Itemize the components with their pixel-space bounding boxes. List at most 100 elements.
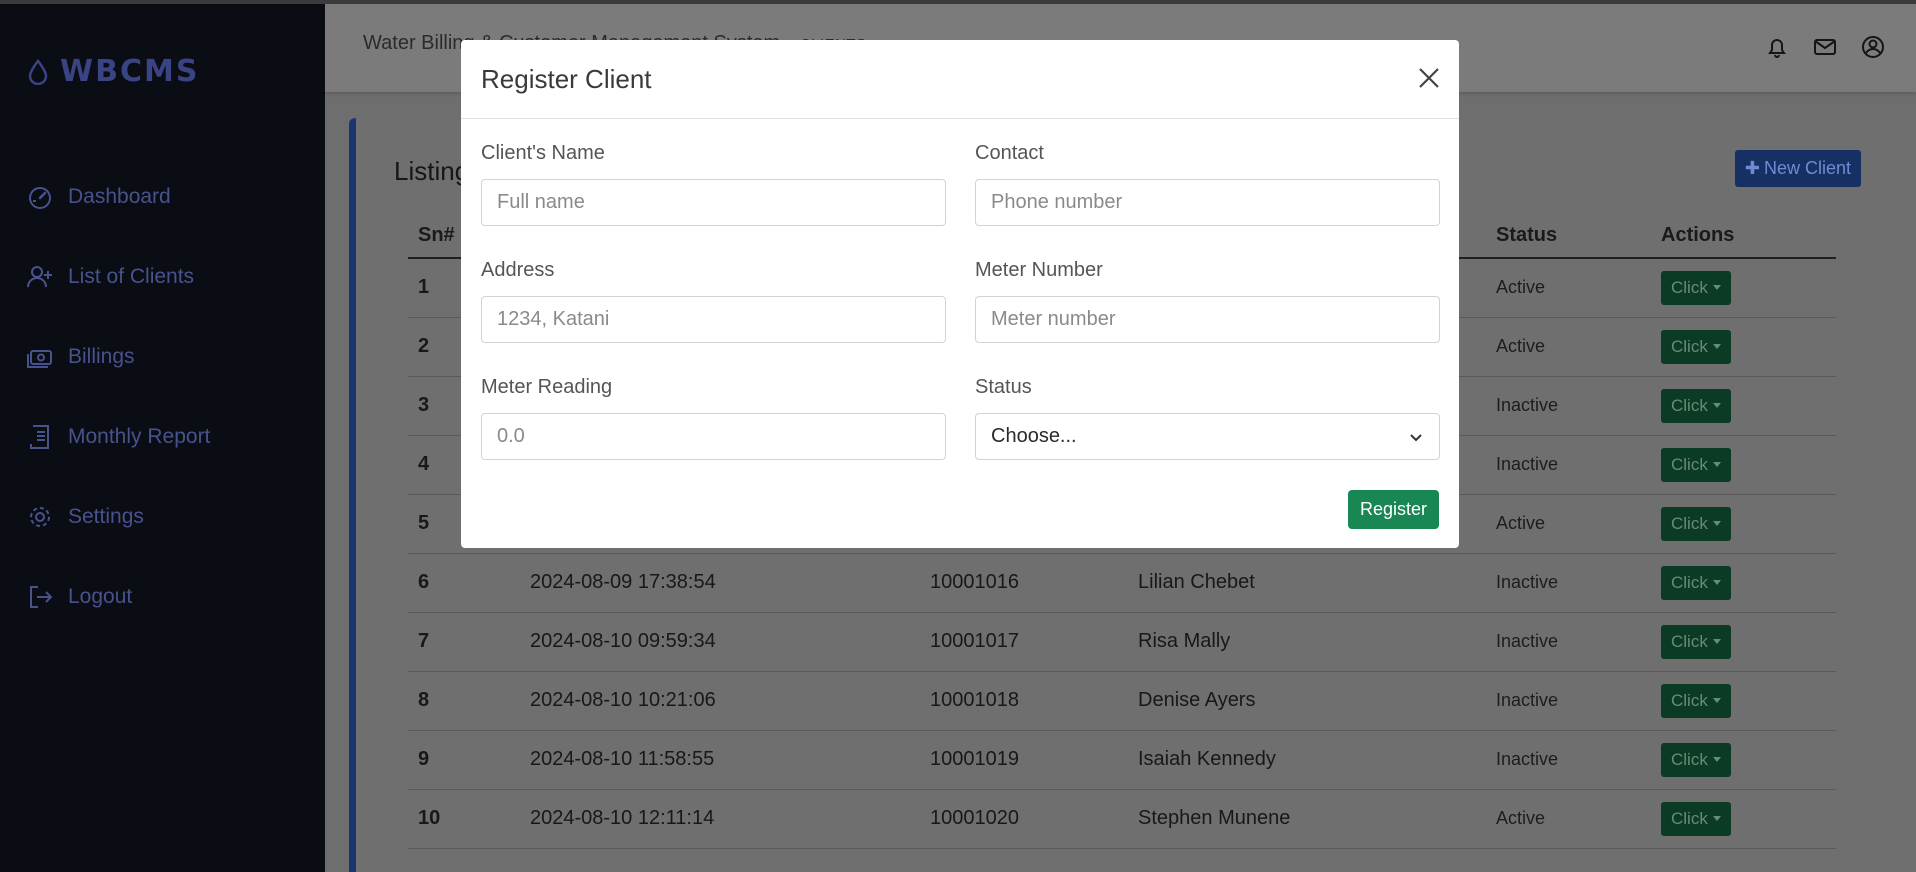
row-sn: 10: [408, 789, 520, 849]
row-status: Inactive: [1486, 553, 1651, 613]
meter-number-label: Meter Number: [975, 259, 1103, 281]
row-action-dropdown-button[interactable]: Click: [1661, 742, 1731, 777]
row-actions: Click: [1651, 612, 1836, 672]
row-action-dropdown-button[interactable]: Click: [1661, 565, 1731, 600]
chevron-down-icon: [1410, 433, 1422, 441]
row-status: Active: [1486, 317, 1651, 377]
action-label: Click: [1671, 631, 1708, 651]
row-client-name: Stephen Munene: [1128, 789, 1486, 849]
table-row: 9 2024-08-10 11:58:55 10001019 Isaiah Kenne…: [408, 730, 1836, 790]
row-client-name: Lilian Chebet: [1128, 553, 1486, 613]
row-status: Inactive: [1486, 435, 1651, 495]
row-status: Active: [1486, 789, 1651, 849]
mail-icon[interactable]: [1812, 34, 1838, 60]
action-label: Click: [1671, 395, 1708, 415]
row-sn: 7: [408, 612, 520, 672]
close-icon: [1419, 68, 1439, 88]
sidebar-item-settings[interactable]: Settings: [26, 503, 144, 531]
meter-reading-input[interactable]: [481, 413, 946, 460]
row-sn: 8: [408, 671, 520, 731]
action-label: Click: [1671, 277, 1708, 297]
plus-icon: ✚: [1744, 158, 1760, 178]
new-client-label: New Client: [1763, 158, 1851, 178]
row-actions: Click: [1651, 730, 1836, 790]
column-header: Actions: [1651, 214, 1836, 259]
row-action-dropdown-button[interactable]: Click: [1661, 506, 1731, 541]
contact-input[interactable]: [975, 179, 1440, 226]
row-status: Inactive: [1486, 730, 1651, 790]
meter-number-input[interactable]: [975, 296, 1440, 343]
action-label: Click: [1671, 513, 1708, 533]
register-button[interactable]: Register: [1347, 490, 1439, 529]
action-label: Click: [1671, 572, 1708, 592]
action-label: Click: [1671, 336, 1708, 356]
row-actions: Click: [1651, 317, 1836, 377]
row-action-dropdown-button[interactable]: Click: [1661, 447, 1731, 482]
row-meter-number: 10001017: [920, 612, 1128, 672]
modal-title: Register Client: [481, 64, 652, 94]
row-action-dropdown-button[interactable]: Click: [1661, 270, 1731, 305]
caret-down-icon: [1712, 639, 1721, 644]
water-drop-icon: [28, 58, 48, 85]
row-action-dropdown-button[interactable]: Click: [1661, 801, 1731, 836]
table-row: 6 2024-08-09 17:38:54 10001016 Lilian Chebe…: [408, 553, 1836, 613]
sidebar-item-dashboard[interactable]: Dashboard: [26, 183, 171, 211]
row-actions: Click: [1651, 258, 1836, 318]
contact-label: Contact: [975, 142, 1044, 164]
window-top-border: [0, 0, 1916, 4]
table-row: 7 2024-08-10 09:59:34 10001017 Risa Mally In…: [408, 612, 1836, 672]
row-date: 2024-08-10 09:59:34: [520, 612, 920, 672]
action-label: Click: [1671, 690, 1708, 710]
row-action-dropdown-button[interactable]: Click: [1661, 388, 1731, 423]
action-label: Click: [1671, 808, 1708, 828]
row-meter-number: 10001018: [920, 671, 1128, 731]
table-row: 8 2024-08-10 10:21:06 10001018 Denise Ayers…: [408, 671, 1836, 731]
row-action-dropdown-button[interactable]: Click: [1661, 683, 1731, 718]
brand-logo[interactable]: WBCMS: [28, 54, 199, 89]
new-client-button[interactable]: ✚ New Client: [1734, 150, 1861, 187]
caret-down-icon: [1712, 757, 1721, 762]
money-icon: [27, 350, 52, 368]
caret-down-icon: [1712, 403, 1721, 408]
status-select[interactable]: Choose...: [975, 413, 1440, 460]
sidebar-item-billings[interactable]: Billings: [26, 343, 135, 371]
logout-icon: [30, 586, 53, 608]
sidebar-item-monthly-report[interactable]: Monthly Report: [26, 423, 210, 451]
sidebar-item-logout[interactable]: Logout: [26, 583, 132, 611]
row-action-dropdown-button[interactable]: Click: [1661, 329, 1731, 364]
modal-header: Register Client: [461, 40, 1459, 119]
row-date: 2024-08-10 10:21:06: [520, 671, 920, 731]
meter-reading-label: Meter Reading: [481, 376, 613, 398]
row-action-dropdown-button[interactable]: Click: [1661, 624, 1731, 659]
user-profile-icon[interactable]: [1860, 34, 1886, 60]
client-name-input[interactable]: [481, 179, 946, 226]
row-actions: Click: [1651, 553, 1836, 613]
row-date: 2024-08-10 11:58:55: [520, 730, 920, 790]
sidebar-item-label: List of Clients: [68, 265, 195, 288]
caret-down-icon: [1712, 521, 1721, 526]
sidebar-item-label: Dashboard: [68, 185, 171, 208]
row-actions: Click: [1651, 671, 1836, 731]
bell-icon[interactable]: [1764, 34, 1790, 60]
close-button[interactable]: [1415, 64, 1443, 92]
listing-title: Listing: [394, 156, 470, 186]
address-label: Address: [481, 259, 555, 281]
client-name-label: Client's Name: [481, 142, 605, 164]
sidebar-item-label: Monthly Report: [68, 425, 211, 448]
row-actions: Click: [1651, 789, 1836, 849]
row-meter-number: 10001016: [920, 553, 1128, 613]
row-actions: Click: [1651, 435, 1836, 495]
address-input[interactable]: [481, 296, 946, 343]
action-label: Click: [1671, 749, 1708, 769]
caret-down-icon: [1712, 816, 1721, 821]
add-user-icon: [27, 266, 52, 288]
sidebar-item-clients[interactable]: List of Clients: [26, 263, 194, 291]
gauge-icon: [29, 187, 51, 209]
status-selected-value: Choose...: [991, 425, 1077, 447]
caret-down-icon: [1712, 698, 1721, 703]
row-date: 2024-08-09 17:38:54: [520, 553, 920, 613]
brand-name: WBCMS: [60, 54, 200, 89]
row-actions: Click: [1651, 376, 1836, 436]
caret-down-icon: [1712, 580, 1721, 585]
table-row: 10 2024-08-10 12:11:14 10001020 Stephen Mun…: [408, 789, 1836, 849]
